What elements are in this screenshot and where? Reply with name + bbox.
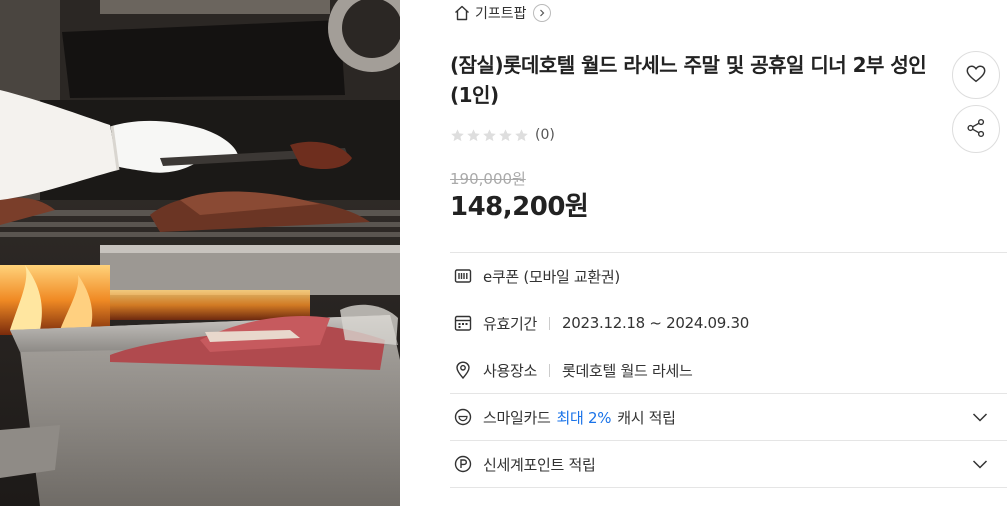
like-button[interactable] xyxy=(952,51,1000,99)
star-icon xyxy=(483,128,496,141)
share-icon xyxy=(965,117,987,142)
share-button[interactable] xyxy=(952,105,1000,153)
smile-card-icon xyxy=(452,406,474,428)
star-icon xyxy=(499,128,512,141)
validity-row: 유효기간 2023.12.18 ~ 2024.09.30 xyxy=(450,300,1007,346)
coupon-type-row: e쿠폰 (모바일 교환권) xyxy=(450,253,1007,299)
point-icon xyxy=(452,453,474,475)
sale-price: 148,200원 xyxy=(450,192,589,222)
chevron-right-icon[interactable] xyxy=(532,4,551,22)
chevron-down-icon[interactable] xyxy=(971,408,989,426)
star-icon xyxy=(467,128,480,141)
product-info-panel: 기프트팝 (잠실)롯데호텔 월드 라세느 주말 및 공휴일 디너 2부 성인 (… xyxy=(450,0,1007,506)
smile-card-rate: 최대 2% xyxy=(556,408,612,427)
location-pin-icon xyxy=(452,359,474,381)
validity-value: 2023.12.18 ~ 2024.09.30 xyxy=(562,314,749,332)
shinsegae-point-row[interactable]: 신세계포인트 적립 xyxy=(450,441,1007,487)
smile-card-label: 스마일카드 xyxy=(483,408,551,427)
rating-stars xyxy=(450,128,529,143)
coupon-type-label: e쿠폰 (모바일 교환권) xyxy=(483,267,620,286)
product-image xyxy=(0,0,400,506)
place-value: 롯데호텔 월드 라세느 xyxy=(562,361,693,380)
divider xyxy=(450,487,1007,488)
smile-card-benefit-row[interactable]: 스마일카드 최대 2% 캐시 적립 xyxy=(450,394,1007,440)
review-count[interactable]: (0) xyxy=(535,127,555,143)
separator xyxy=(549,363,551,377)
star-icon xyxy=(451,128,464,141)
star-icon xyxy=(515,128,528,141)
shinsegae-point-label: 신세계포인트 적립 xyxy=(483,455,596,474)
place-label: 사용장소 xyxy=(483,361,538,380)
heart-icon xyxy=(965,63,987,88)
calendar-icon xyxy=(452,312,474,334)
breadcrumb[interactable]: 기프트팝 xyxy=(453,2,551,24)
chevron-down-icon[interactable] xyxy=(971,455,989,473)
place-row: 사용장소 롯데호텔 월드 라세느 xyxy=(450,347,1007,393)
product-title: (잠실)롯데호텔 월드 라세느 주말 및 공휴일 디너 2부 성인 (1인) xyxy=(450,53,927,107)
home-icon xyxy=(453,4,471,22)
rating[interactable]: (0) xyxy=(450,125,555,145)
separator xyxy=(549,316,551,330)
barcode-icon xyxy=(452,265,474,287)
smile-card-suffix: 캐시 적립 xyxy=(617,408,676,427)
validity-label: 유효기간 xyxy=(483,314,538,333)
breadcrumb-brand-label[interactable]: 기프트팝 xyxy=(475,3,527,23)
